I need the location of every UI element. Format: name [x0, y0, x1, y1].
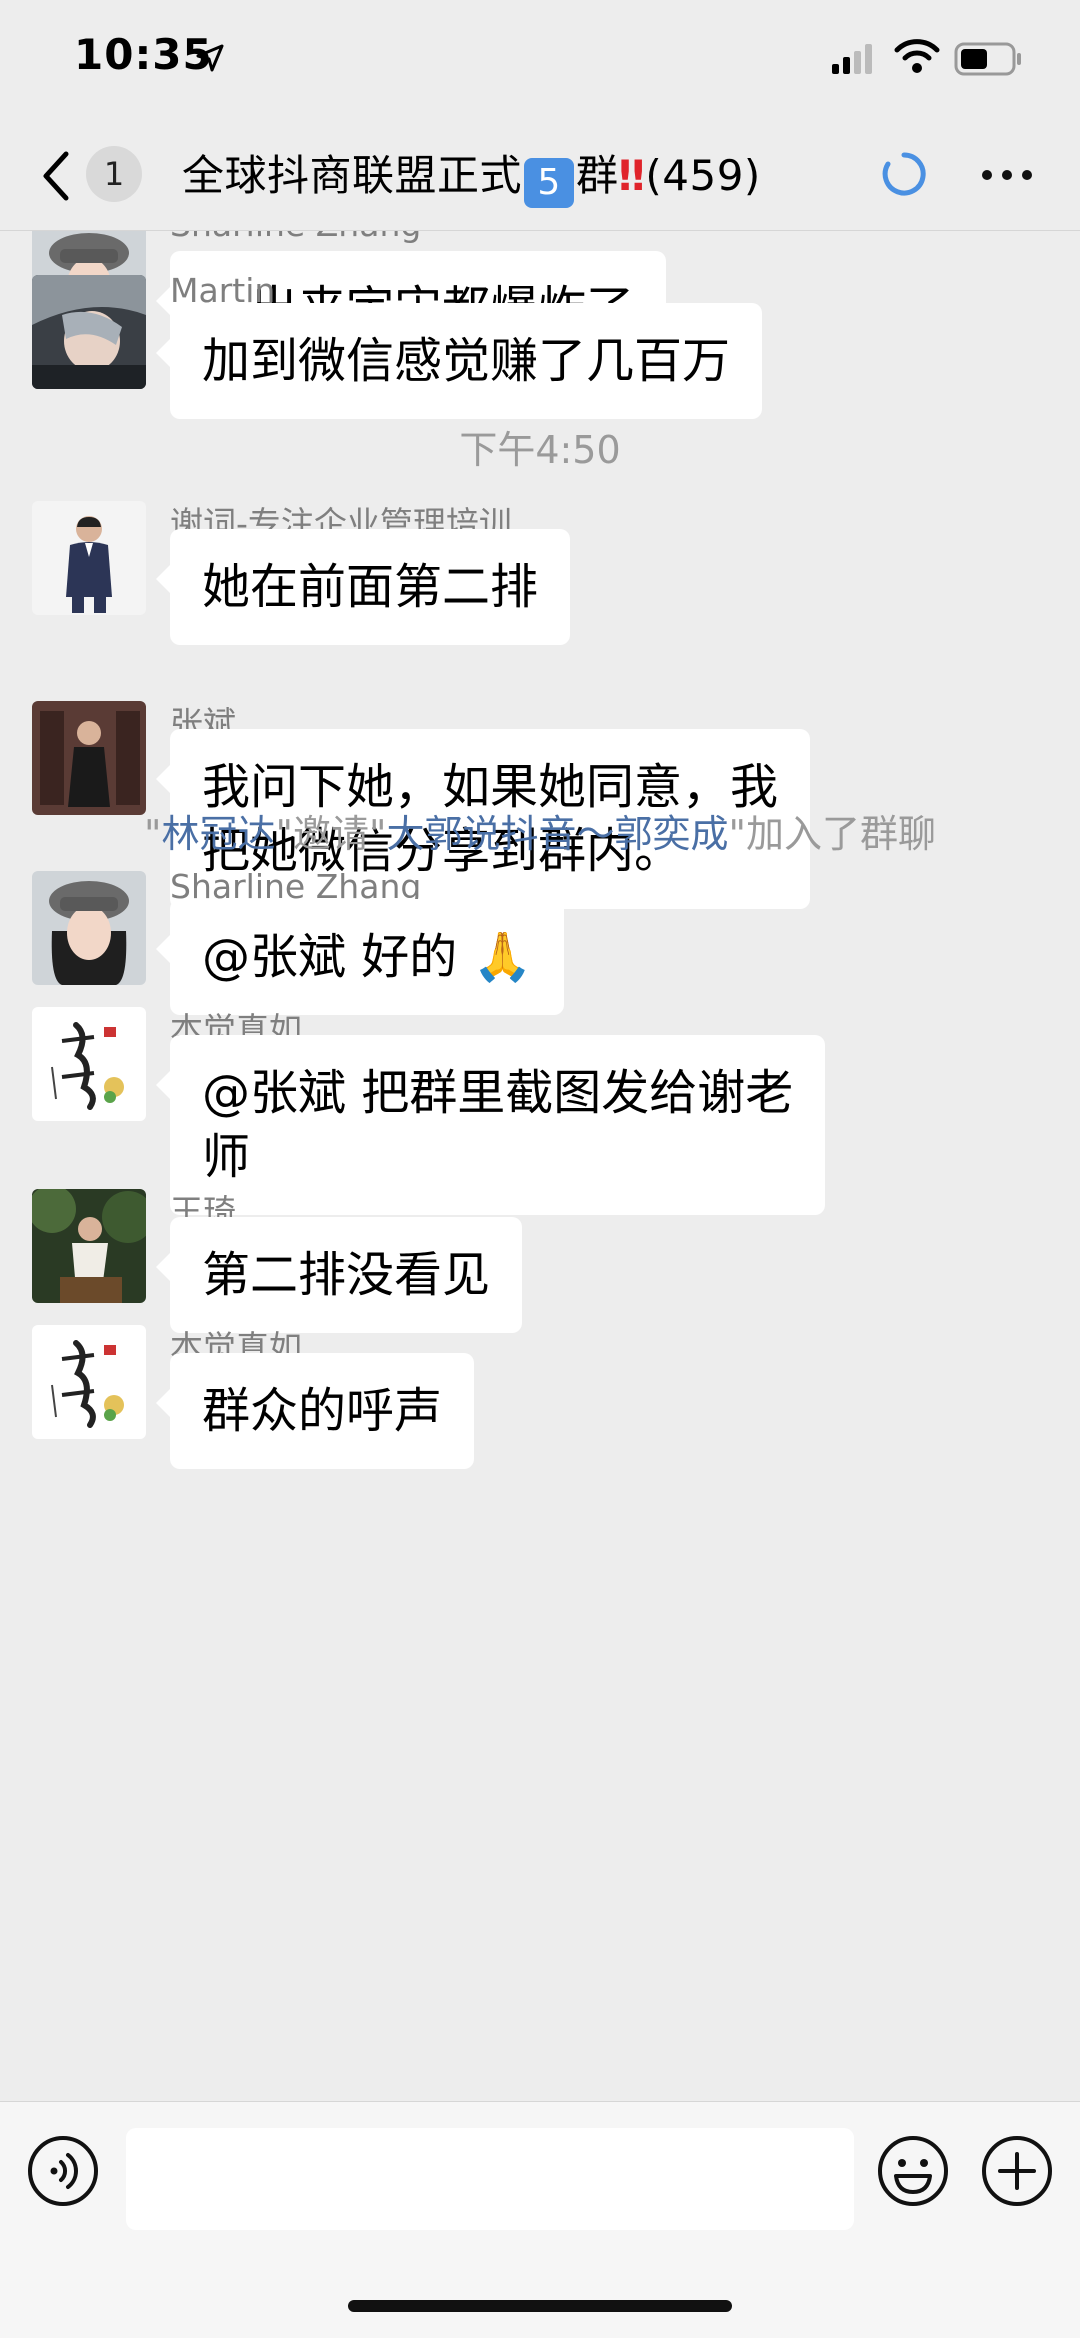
loading-spinner-icon [882, 152, 926, 196]
sender-name: Sharline Zhang [170, 231, 421, 244]
double-exclamation-icon: ‼ [618, 151, 646, 200]
note-text: "邀请" [275, 812, 387, 856]
location-arrow-icon [196, 44, 224, 72]
message-list[interactable]: Sharline Zhang 一出来宇宙都爆炸了 Martin 加到微信感觉赚了 [0, 231, 1080, 2101]
message-bubble[interactable]: @张斌 好的 🙏 [155, 899, 565, 1015]
outdoor-avatar[interactable] [32, 1189, 146, 1303]
inviter-link[interactable]: 林冠达 [162, 812, 276, 856]
status-bar: 10:35 [0, 0, 1080, 120]
message-bubble[interactable]: 加到微信感觉赚了几百万 [155, 303, 763, 419]
more-options-icon[interactable] [980, 168, 1034, 182]
message-input[interactable] [126, 2128, 854, 2230]
message-timestamp: 下午4:50 [459, 428, 621, 472]
unread-count-badge[interactable]: 1 [86, 146, 142, 202]
status-time: 10:35 [74, 30, 213, 79]
message-bubble[interactable]: 她在前面第二排 [155, 529, 571, 645]
back-chevron-icon[interactable] [36, 146, 76, 206]
message-bubble[interactable]: 群众的呼声 [155, 1353, 475, 1469]
emoji-icon[interactable] [876, 2134, 950, 2208]
message-bubble[interactable]: @张斌 把群里截图发给谢老 师 [155, 1035, 826, 1215]
suit-man-avatar[interactable] [32, 501, 146, 615]
note-quote: " [144, 812, 162, 856]
photo-avatar[interactable] [32, 275, 146, 389]
calligraphy-avatar[interactable] [32, 1325, 146, 1439]
message-bubble[interactable]: 第二排没看见 [155, 1217, 523, 1333]
home-indicator [348, 2300, 732, 2312]
chat-header: 1 全球抖商联盟正式 5 群‼(459) [0, 120, 1080, 231]
invitee-link[interactable]: 大郭说抖音～郭奕成 [386, 812, 728, 856]
message-line: 师 [202, 1129, 251, 1185]
chat-title-text: 全球抖商联盟正式 [182, 151, 523, 200]
calligraphy-avatar[interactable] [32, 1007, 146, 1121]
system-join-note: "林冠达"邀请"大郭说抖音～郭奕成"加入了群聊 [0, 803, 1080, 858]
battery-icon [954, 42, 1021, 76]
chat-title-group: 群 [576, 151, 619, 200]
chat-title: 全球抖商联盟正式 5 群‼(459) [182, 142, 761, 208]
wifi-icon [894, 39, 940, 73]
plus-icon[interactable] [980, 2134, 1054, 2208]
voice-input-icon[interactable] [26, 2134, 100, 2208]
woman-avatar[interactable] [32, 871, 146, 985]
cellular-signal-icon [832, 44, 872, 74]
man-avatar[interactable] [32, 701, 146, 815]
note-text-end: "加入了群聊 [728, 812, 936, 856]
member-count: (459) [645, 151, 761, 200]
title-number-badge: 5 [524, 158, 575, 208]
message-line: @张斌 把群里截图发给谢老 [202, 1065, 794, 1121]
